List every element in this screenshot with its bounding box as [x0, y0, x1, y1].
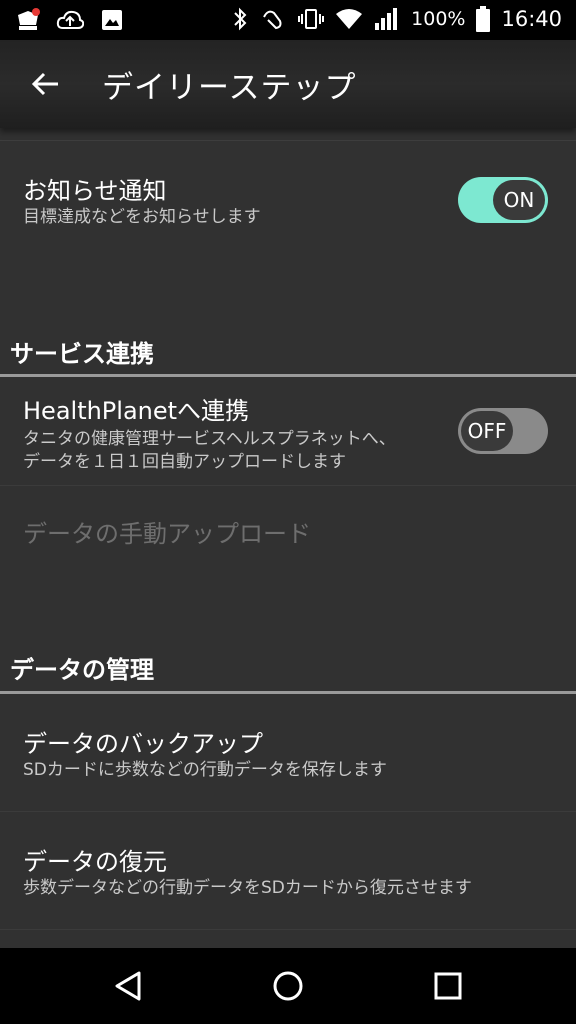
back-triangle-icon	[115, 971, 141, 1001]
toggle-knob: ON	[493, 180, 545, 220]
toggle-knob: OFF	[461, 411, 513, 451]
section-header-service: サービス連携	[10, 340, 154, 368]
section-header-data: データの管理	[10, 656, 154, 684]
navigation-bar	[0, 948, 576, 1024]
status-bar: 100% 16:40	[0, 0, 576, 40]
arrow-back-icon	[31, 72, 58, 96]
battery-percent: 100%	[411, 8, 466, 30]
backup-row[interactable]: データのバックアップ SDカードに歩数などの行動データを保存します	[0, 694, 576, 811]
restore-title: データの復元	[23, 848, 167, 876]
app-notification-icon	[14, 6, 42, 34]
backup-subtitle: SDカードに歩数などの行動データを保存します	[23, 760, 387, 780]
app-bar: デイリーステップ	[0, 40, 576, 128]
healthplanet-setting-row[interactable]: HealthPlanetへ連携 タニタの健康管理サービスヘルスプラネットへ、 デ…	[0, 377, 576, 485]
nav-home-button[interactable]	[268, 966, 308, 1006]
healthplanet-toggle[interactable]: OFF	[458, 408, 548, 454]
nfc-icon	[259, 5, 287, 33]
home-circle-icon	[273, 971, 303, 1001]
divider	[0, 929, 576, 930]
battery-icon	[475, 5, 491, 33]
vibrate-icon	[297, 5, 325, 33]
notification-subtitle: 目標達成などをお知らせします	[23, 207, 261, 227]
nav-back-button[interactable]	[108, 966, 148, 1006]
settings-list: お知らせ通知 目標達成などをお知らせします ON サービス連携 HealthPl…	[0, 128, 576, 948]
healthplanet-subtitle-line1: タニタの健康管理サービスヘルスプラネットへ、	[23, 429, 396, 449]
manual-upload-title: データの手動アップロード	[23, 520, 311, 548]
healthplanet-title: HealthPlanetへ連携	[23, 397, 250, 425]
healthplanet-subtitle-line2: データを１日１回自動アップロードします	[23, 452, 346, 472]
image-icon	[98, 6, 126, 34]
manual-upload-row: データの手動アップロード	[0, 486, 576, 576]
restore-row[interactable]: データの復元 歩数データなどの行動データをSDカードから復元させます	[0, 812, 576, 929]
notification-title: お知らせ通知	[23, 177, 167, 205]
clock: 16:40	[501, 7, 562, 31]
notification-setting-row[interactable]: お知らせ通知 目標達成などをお知らせします ON	[0, 141, 576, 271]
nav-recents-button[interactable]	[428, 966, 468, 1006]
page-title: デイリーステップ	[102, 70, 357, 106]
bluetooth-icon	[231, 5, 249, 33]
restore-subtitle: 歩数データなどの行動データをSDカードから復元させます	[23, 878, 472, 898]
cloud-upload-icon	[56, 6, 84, 34]
recents-square-icon	[434, 972, 462, 1000]
signal-icon	[373, 5, 401, 33]
back-button[interactable]	[26, 64, 66, 104]
wifi-icon	[335, 5, 363, 33]
backup-title: データのバックアップ	[23, 730, 263, 758]
notification-toggle[interactable]: ON	[458, 177, 548, 223]
